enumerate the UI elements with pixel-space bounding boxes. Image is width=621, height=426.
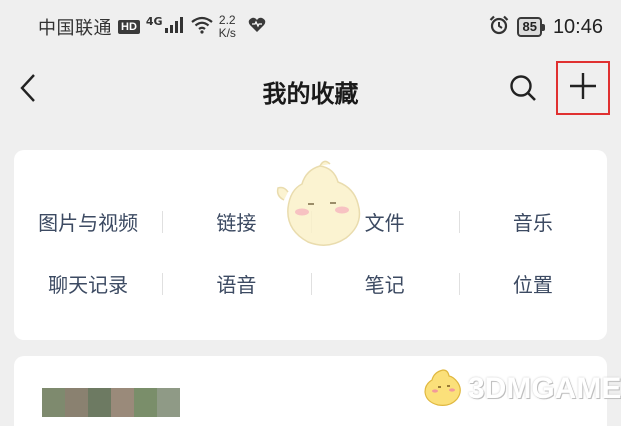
status-bar: 中国联通 HD 4G 2.2 K/s 85 10:46 — [0, 0, 621, 54]
mascot-logo-icon — [422, 366, 464, 412]
battery-level: 85 — [517, 17, 542, 37]
site-watermark: 3DMGAME — [422, 366, 621, 412]
category-music[interactable]: 音乐 — [458, 207, 607, 236]
status-left: 中国联通 HD 4G 2.2 K/s — [38, 14, 266, 40]
category-row: 聊天记录 语音 笔记 位置 — [14, 252, 607, 314]
category-voice[interactable]: 语音 — [162, 269, 310, 298]
carrier-name: 中国联通 — [38, 18, 112, 39]
category-photos-videos[interactable]: 图片与视频 — [14, 207, 162, 236]
site-name: 3DMGAME — [468, 372, 621, 405]
wifi-icon — [190, 16, 213, 39]
heart-icon — [248, 17, 266, 38]
hd-badge: HD — [118, 20, 140, 34]
mascot-watermark — [272, 160, 368, 254]
alarm-icon — [489, 15, 509, 40]
network-type: 4G — [145, 14, 163, 28]
item-thumbnail — [42, 388, 180, 417]
network-speed: 2.2 K/s — [219, 14, 236, 40]
status-time: 10:46 — [552, 15, 603, 38]
add-button[interactable] — [556, 61, 610, 115]
title-bar: 我的收藏 — [0, 54, 621, 126]
category-location[interactable]: 位置 — [458, 269, 607, 298]
status-right: 85 10:46 — [489, 15, 603, 40]
signal-bars-icon — [164, 16, 185, 38]
battery-icon: 85 — [517, 17, 545, 37]
plus-icon — [567, 70, 599, 106]
category-chat-history[interactable]: 聊天记录 — [14, 269, 162, 298]
search-icon — [508, 73, 538, 107]
search-button[interactable] — [505, 72, 541, 108]
category-notes[interactable]: 笔记 — [310, 269, 459, 298]
speed-unit: K/s — [218, 26, 236, 40]
